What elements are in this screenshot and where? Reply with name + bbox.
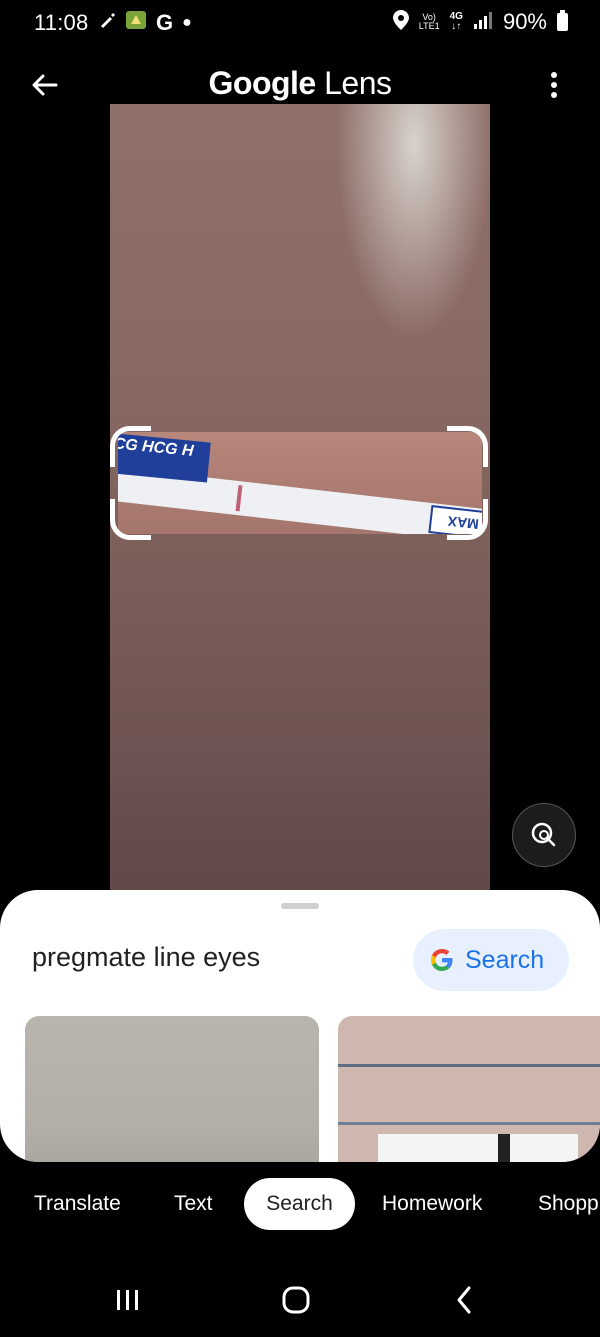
signal-strength-icon [473, 11, 493, 34]
visual-match-result[interactable] [338, 1016, 600, 1162]
search-button-label: Search [465, 945, 545, 974]
crop-handle-bottom-left[interactable] [110, 499, 151, 540]
results-sheet[interactable]: pregmate line eyes Search [0, 890, 600, 1162]
status-right-icons: Vo) LTE1 4G ↓↑ 90% [392, 9, 568, 35]
test-strip: HCG HCG H MAX ➜ [118, 432, 482, 534]
more-notifications-dot-icon: ● [182, 14, 192, 31]
more-vert-icon [551, 72, 557, 98]
result-thumbnail-detail [378, 1134, 578, 1162]
crop-handle-top-left[interactable] [110, 426, 151, 467]
location-icon [392, 9, 409, 35]
system-navigation-bar [0, 1270, 600, 1330]
google-g-icon [431, 949, 453, 971]
search-button[interactable]: Search [413, 929, 569, 991]
pen-icon [98, 11, 116, 35]
result-thumbnail-detail [498, 1134, 510, 1162]
lens-search-icon [531, 822, 556, 847]
status-time: 11:08 [34, 10, 89, 35]
volte-indicator: Vo) LTE1 [419, 13, 440, 31]
network-type-indicator: 4G ↓↑ [450, 12, 463, 32]
app-title-product: Lens [324, 65, 392, 101]
more-options-button[interactable] [534, 65, 574, 105]
result-thumbnail-detail [338, 1064, 600, 1067]
status-bar: 11:08 G ● Vo) LTE1 4G ↓↑ 90% [0, 0, 600, 48]
home-icon [282, 1286, 310, 1314]
app-title-brand: Google [208, 65, 317, 101]
system-back-button[interactable] [444, 1282, 484, 1318]
home-button[interactable] [276, 1282, 316, 1318]
visual-match-result[interactable] [25, 1016, 319, 1162]
status-left-icons: G ● [98, 10, 192, 36]
lte-label: LTE1 [418, 21, 440, 31]
recents-icon [117, 1290, 138, 1310]
app-title: Google Lens [0, 65, 600, 102]
chevron-left-icon [457, 1286, 471, 1314]
search-screen-button[interactable] [512, 803, 576, 867]
battery-icon [557, 10, 568, 31]
crop-handle-bottom-right[interactable] [447, 499, 488, 540]
search-query-text[interactable]: pregmate line eyes [32, 942, 260, 973]
selection-region[interactable]: HCG HCG H MAX ➜ [110, 426, 488, 540]
data-activity-arrows: ↓↑ [451, 21, 462, 32]
sheet-drag-handle[interactable] [281, 903, 319, 909]
crop-handle-top-right[interactable] [447, 426, 488, 467]
app-notification-icon [125, 10, 147, 36]
tab-translate[interactable]: Translate [34, 1178, 121, 1230]
mode-tabs: Translate Text Search Homework Shopp [0, 1178, 600, 1234]
selected-image-crop: HCG HCG H MAX ➜ [118, 432, 482, 534]
battery-percent: 90% [502, 9, 547, 34]
tab-search[interactable]: Search [244, 1178, 355, 1230]
tab-shopping[interactable]: Shopp [538, 1178, 599, 1230]
test-line [235, 485, 243, 512]
google-notification-icon: G [156, 10, 174, 35]
tab-text[interactable]: Text [174, 1178, 213, 1230]
recents-button[interactable] [108, 1282, 148, 1318]
tab-homework[interactable]: Homework [382, 1178, 482, 1230]
result-thumbnail-detail [338, 1122, 600, 1125]
